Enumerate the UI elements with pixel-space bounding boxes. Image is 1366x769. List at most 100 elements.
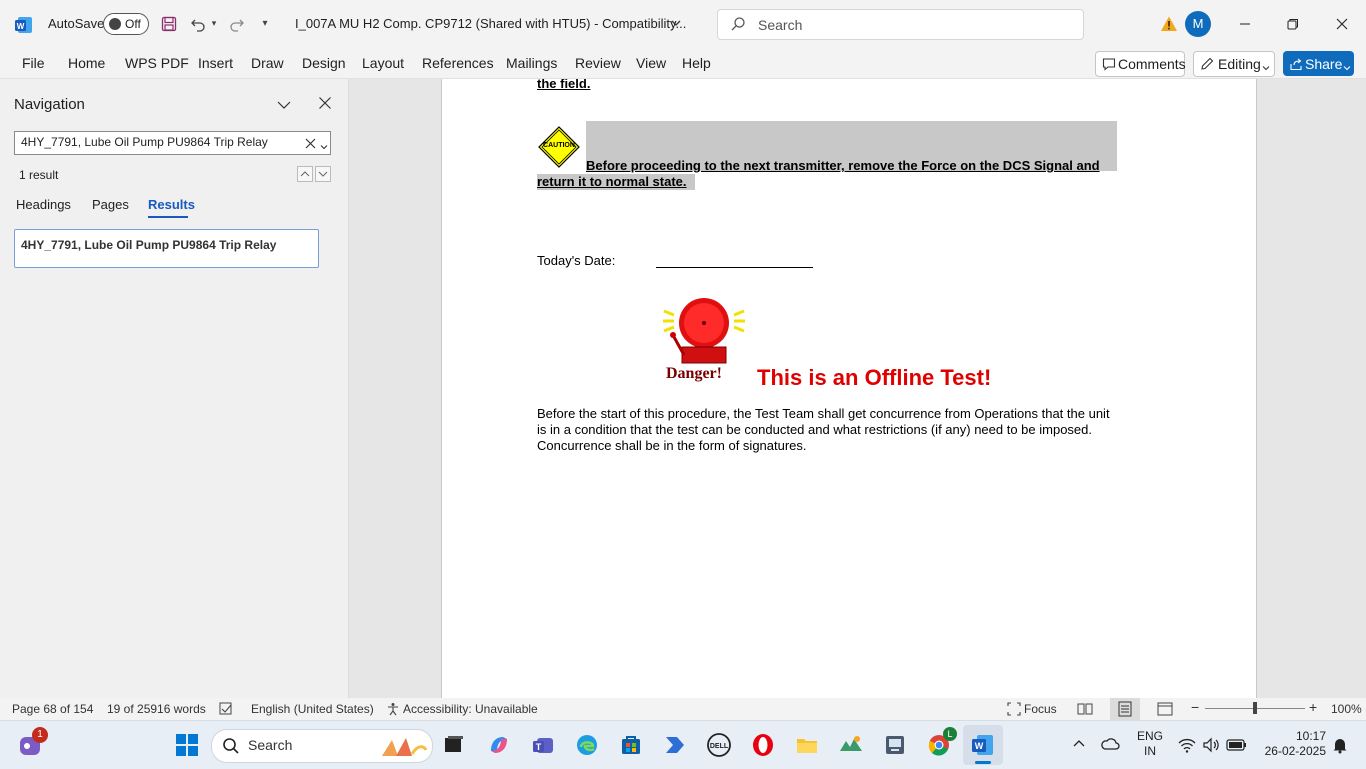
onedrive-sync-icon[interactable]: [1101, 735, 1121, 755]
editing-mode-button[interactable]: Editing: [1193, 51, 1275, 77]
tab-view[interactable]: View: [636, 55, 666, 71]
result-count: 1 result: [19, 168, 59, 182]
share-label: Share: [1305, 56, 1343, 72]
focus-button[interactable]: Focus: [1024, 702, 1057, 716]
close-icon[interactable]: [1331, 14, 1353, 34]
title-dropdown-icon[interactable]: [668, 15, 684, 31]
notification-center-icon[interactable]: [1331, 736, 1349, 754]
teams-icon[interactable]: T: [527, 729, 559, 761]
tab-headings[interactable]: Headings: [16, 197, 71, 212]
tab-file[interactable]: File: [22, 55, 45, 71]
taskbar-search-box[interactable]: Search: [211, 729, 433, 763]
clock[interactable]: 10:17 26-02-2025: [1256, 729, 1326, 763]
customize-qat-icon[interactable]: ▾: [258, 15, 272, 31]
word-count[interactable]: 19 of 25916 words: [107, 702, 206, 716]
date-blank-line: [656, 267, 813, 268]
windows-start-icon[interactable]: [171, 729, 203, 761]
zoom-out-icon[interactable]: −: [1191, 699, 1199, 715]
language[interactable]: English (United States): [251, 702, 374, 716]
undo-icon[interactable]: [188, 14, 208, 34]
battery-icon[interactable]: [1226, 736, 1248, 754]
tab-review[interactable]: Review: [575, 55, 621, 71]
ribbon-tabs: File Home WPS PDF Insert Draw Design Lay…: [0, 48, 1366, 79]
offline-test-banner: This is an Offline Test!: [757, 365, 992, 390]
tab-help[interactable]: Help: [682, 55, 711, 71]
autosave-label: AutoSave: [48, 16, 105, 31]
clock-date: 26-02-2025: [1264, 744, 1326, 758]
pane-options-icon[interactable]: [276, 97, 292, 113]
danger-label: Danger!: [666, 365, 722, 382]
taskbar: 1 Search T DELL L W ENG IN 10:17 26-02-2…: [0, 720, 1366, 769]
concurrence-paragraph: Before the start of this procedure, the …: [537, 406, 1110, 454]
warning-icon[interactable]: [1159, 14, 1179, 34]
copilot-icon[interactable]: [483, 729, 515, 761]
navigation-search-input[interactable]: 4HY_7791, Lube Oil Pump PU9864 Trip Rela…: [14, 131, 331, 155]
teams-chat-icon[interactable]: 1: [14, 727, 48, 761]
tab-home[interactable]: Home: [68, 55, 105, 71]
edge-icon[interactable]: [571, 729, 603, 761]
undo-dropdown-icon[interactable]: ▾: [208, 16, 220, 30]
taskbar-search-icon: [222, 737, 240, 755]
clock-time: 10:17: [1295, 729, 1326, 743]
restore-icon[interactable]: [1282, 14, 1304, 34]
search-box[interactable]: Search: [717, 9, 1084, 40]
save-icon[interactable]: [159, 14, 179, 34]
pencil-icon: [1200, 57, 1214, 71]
accessibility-status[interactable]: Accessibility: Unavailable: [403, 702, 538, 716]
zoom-in-icon[interactable]: +: [1309, 699, 1317, 715]
autosave-toggle[interactable]: Off: [103, 13, 149, 35]
document-area[interactable]: the field. CAUTION Before proceeding to …: [349, 79, 1366, 698]
avatar[interactable]: M: [1185, 11, 1211, 37]
next-result-icon[interactable]: [315, 166, 331, 182]
power-automate-icon[interactable]: [659, 729, 691, 761]
tab-design[interactable]: Design: [302, 55, 346, 71]
wifi-icon[interactable]: [1178, 736, 1196, 754]
tab-references[interactable]: References: [422, 55, 494, 71]
web-layout-icon[interactable]: [1157, 701, 1173, 717]
show-hidden-icons-icon[interactable]: [1072, 737, 1088, 753]
task-view-icon[interactable]: [438, 729, 470, 761]
tab-wps-pdf[interactable]: WPS PDF: [125, 55, 189, 71]
close-pane-icon[interactable]: [318, 96, 334, 112]
tab-layout[interactable]: Layout: [362, 55, 404, 71]
proofing-icon[interactable]: [219, 702, 233, 716]
editing-label: Editing: [1218, 56, 1261, 72]
dell-icon[interactable]: DELL: [703, 729, 735, 761]
document-page[interactable]: the field. CAUTION Before proceeding to …: [441, 79, 1257, 698]
chrome-icon[interactable]: L: [923, 727, 957, 761]
tab-insert[interactable]: Insert: [198, 55, 233, 71]
word-taskbar-button[interactable]: W: [963, 725, 1003, 765]
microsoft-store-icon[interactable]: [615, 729, 647, 761]
redo-icon[interactable]: [227, 14, 247, 34]
zoom-slider-thumb[interactable]: [1253, 702, 1257, 714]
tab-results[interactable]: Results: [148, 197, 195, 212]
clear-search-icon[interactable]: [305, 137, 316, 149]
word-icon[interactable]: W: [14, 15, 34, 35]
tab-mailings[interactable]: Mailings: [506, 55, 557, 71]
tab-pages[interactable]: Pages: [92, 197, 129, 212]
document-title[interactable]: I_007A MU H2 Comp. CP9712 (Shared with H…: [295, 16, 686, 31]
minimize-icon[interactable]: [1234, 14, 1256, 34]
tab-draw[interactable]: Draw: [251, 55, 284, 71]
input-language[interactable]: ENG IN: [1135, 729, 1165, 763]
share-button[interactable]: Share: [1283, 51, 1354, 76]
comments-button[interactable]: Comments: [1095, 51, 1186, 77]
zoom-level[interactable]: 100%: [1331, 702, 1362, 716]
remote-app-icon[interactable]: [879, 729, 911, 761]
focus-icon: [1007, 702, 1021, 716]
print-layout-button[interactable]: [1110, 698, 1140, 720]
read-mode-icon[interactable]: [1077, 701, 1093, 717]
chevron-down-icon: [1262, 60, 1270, 71]
navigation-title: Navigation: [14, 96, 85, 113]
result-item[interactable]: 4HY_7791, Lube Oil Pump PU9864 Trip Rela…: [14, 229, 319, 268]
photos-app-icon[interactable]: [835, 729, 867, 761]
opera-icon[interactable]: [747, 729, 779, 761]
volume-icon[interactable]: [1202, 736, 1220, 754]
share-chevron-icon: [1343, 60, 1351, 71]
file-explorer-icon[interactable]: [791, 729, 823, 761]
search-options-chevron-icon[interactable]: [320, 139, 328, 150]
previous-result-icon[interactable]: [297, 166, 313, 182]
page-count[interactable]: Page 68 of 154: [12, 702, 93, 716]
share-icon: [1289, 57, 1303, 71]
language-line1: ENG: [1136, 729, 1163, 743]
